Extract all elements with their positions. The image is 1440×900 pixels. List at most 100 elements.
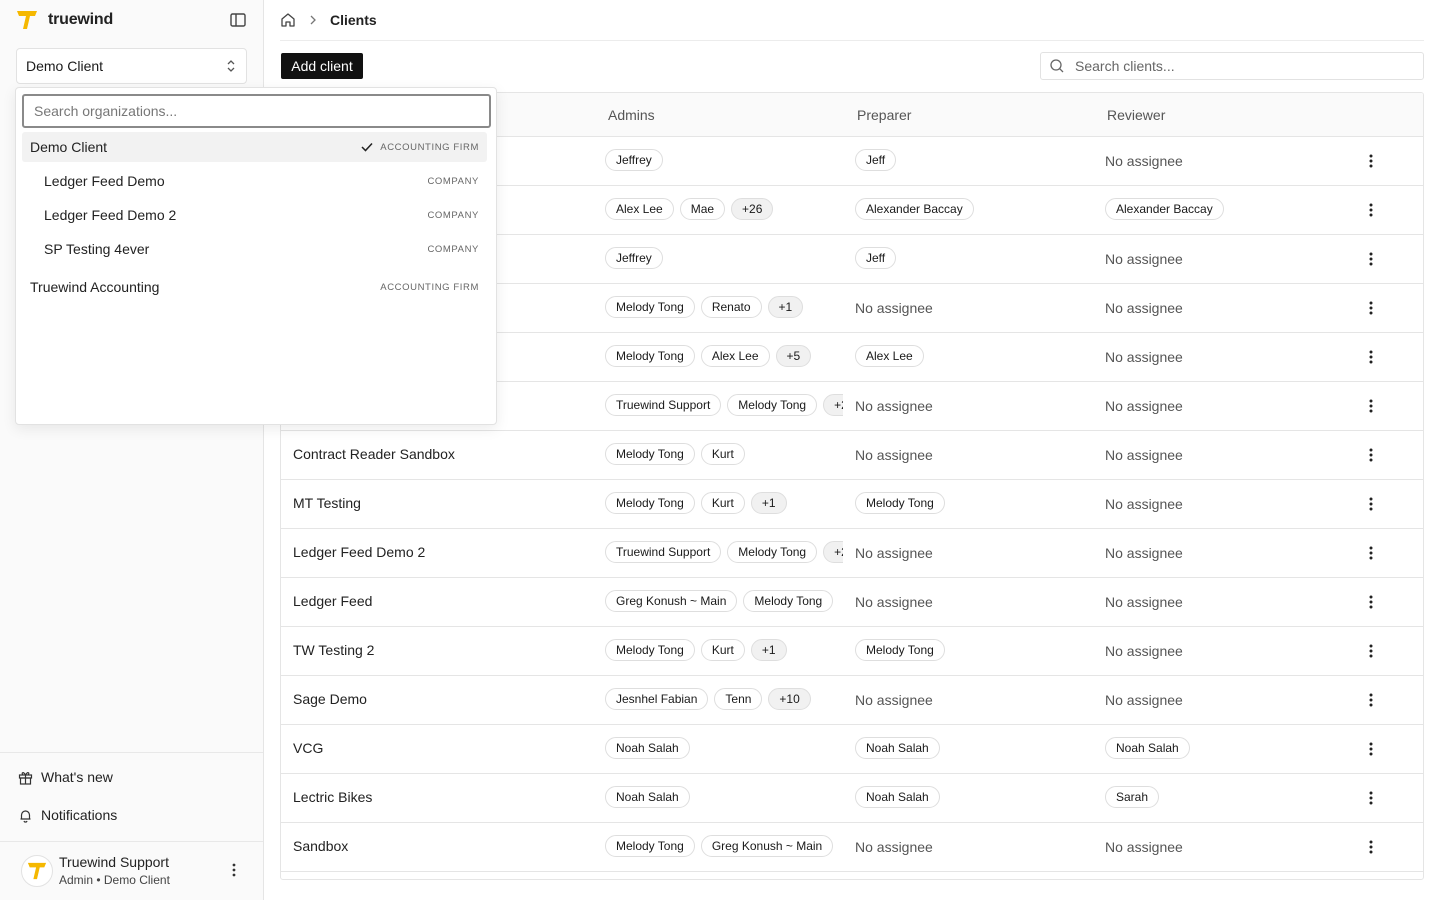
preparer-cell[interactable]: No assignee	[855, 394, 933, 418]
preparer-cell[interactable]: Jeff	[855, 247, 897, 271]
row-actions-icon[interactable]	[1368, 790, 1374, 806]
org-option[interactable]: Truewind Accounting ACCOUNTING FIRM	[22, 272, 487, 302]
preparer-cell[interactable]: No assignee	[855, 443, 933, 467]
row-actions-icon[interactable]	[1368, 496, 1374, 512]
column-admins: Admins	[608, 107, 655, 123]
admin-chip: Melody Tong	[727, 541, 818, 563]
more-vertical-icon[interactable]	[230, 862, 238, 878]
preparer-cell[interactable]: Alex Lee	[855, 345, 924, 369]
preparer-cell[interactable]: No assignee	[855, 835, 933, 859]
reviewer-chip: Noah Salah	[1105, 737, 1190, 759]
client-name[interactable]: VCG	[293, 740, 323, 756]
org-option-label: Ledger Feed Demo 2	[44, 207, 177, 223]
org-switcher-value: Demo Client	[26, 58, 104, 74]
row-actions-icon[interactable]	[1368, 545, 1374, 561]
reviewer-cell[interactable]: No assignee	[1105, 394, 1183, 418]
home-icon[interactable]	[280, 12, 296, 28]
row-actions-icon[interactable]	[1368, 202, 1374, 218]
reviewer-cell[interactable]: No assignee	[1105, 688, 1183, 712]
client-name[interactable]: Lectric Bikes	[293, 789, 372, 805]
preparer-cell[interactable]: Melody Tong	[855, 639, 945, 663]
table-row[interactable]: Ledger Feed Demo 2 Truewind Support Melody…	[281, 529, 1423, 578]
reviewer-cell[interactable]: No assignee	[1105, 296, 1183, 320]
add-client-button[interactable]: Add client	[281, 53, 363, 79]
client-name[interactable]: Sandbox	[293, 838, 348, 854]
preparer-cell[interactable]: Noah Salah	[855, 786, 940, 810]
client-name[interactable]: TW Testing 2	[293, 642, 374, 658]
row-actions-icon[interactable]	[1368, 153, 1374, 169]
brand[interactable]: truewind	[16, 8, 113, 32]
client-name[interactable]: Ledger Feed Demo 2	[293, 544, 425, 560]
org-option[interactable]: SP Testing 4ever COMPANY	[22, 234, 487, 264]
reviewer-cell[interactable]: No assignee	[1105, 590, 1183, 614]
table-row[interactable]: Sage Demo Jesnhel Fabian Tenn +10 No assigne…	[281, 676, 1423, 725]
table-row[interactable]: MT Testing Melody Tong Kurt +1 Melody Tong No…	[281, 480, 1423, 529]
table-row[interactable]: Contract Reader Sandbox Melody Tong Kurt No…	[281, 431, 1423, 480]
row-actions-icon[interactable]	[1368, 741, 1374, 757]
row-actions-icon[interactable]	[1368, 300, 1374, 316]
search-input[interactable]	[1075, 58, 1405, 74]
row-actions-icon[interactable]	[1368, 839, 1374, 855]
reviewer-cell[interactable]: No assignee	[1105, 541, 1183, 565]
reviewer-cell[interactable]: No assignee	[1105, 345, 1183, 369]
reviewer-cell[interactable]: No assignee	[1105, 639, 1183, 663]
reviewer-cell[interactable]: Sarah	[1105, 786, 1160, 810]
table-row[interactable]: TW Testing 2 Melody Tong Kurt +1 Melody Tong…	[281, 627, 1423, 676]
no-assignee-text: No assignee	[855, 692, 933, 708]
row-actions-icon[interactable]	[1368, 692, 1374, 708]
row-actions-icon[interactable]	[1368, 349, 1374, 365]
admins-cell: Noah Salah	[605, 737, 843, 761]
user-menu[interactable]: Truewind Support Admin • Demo Client	[0, 841, 263, 900]
org-option[interactable]: Demo Client ACCOUNTING FIRM	[22, 132, 487, 162]
no-assignee-text: No assignee	[855, 447, 933, 463]
client-name[interactable]: Ledger Feed	[293, 593, 372, 609]
org-type-text: COMPANY	[427, 209, 479, 221]
reviewer-cell[interactable]: No assignee	[1105, 443, 1183, 467]
preparer-cell[interactable]: Noah Salah	[855, 737, 940, 761]
row-actions-icon[interactable]	[1368, 643, 1374, 659]
org-search-input[interactable]	[22, 94, 491, 128]
client-search[interactable]	[1040, 52, 1424, 80]
preparer-cell[interactable]: No assignee	[855, 688, 933, 712]
reviewer-cell[interactable]: No assignee	[1105, 247, 1183, 271]
column-preparer: Preparer	[857, 107, 912, 123]
admin-chip: Melody Tong	[605, 296, 695, 318]
table-row[interactable]: Ledger Feed Greg Konush ~ Main Melody Tong…	[281, 578, 1423, 627]
row-actions-icon[interactable]	[1368, 594, 1374, 610]
reviewer-cell[interactable]: Alexander Baccay	[1105, 198, 1224, 222]
admins-cell: Truewind SupportMelody Tong+2	[605, 394, 843, 418]
reviewer-cell[interactable]: No assignee	[1105, 492, 1183, 516]
preparer-cell[interactable]: Melody Tong	[855, 492, 945, 516]
gift-icon	[18, 771, 33, 785]
client-name[interactable]: Sage Demo	[293, 691, 367, 707]
org-type-text: ACCOUNTING FIRM	[380, 141, 479, 153]
org-option[interactable]: Ledger Feed Demo COMPANY	[22, 166, 487, 196]
preparer-cell[interactable]: Alexander Baccay	[855, 198, 974, 222]
client-name[interactable]: Contract Reader Sandbox	[293, 446, 455, 462]
org-option-label: Truewind Accounting	[30, 279, 160, 295]
admin-chip: Melody Tong	[605, 639, 695, 661]
reviewer-cell[interactable]: No assignee	[1105, 835, 1183, 859]
whats-new-label: What's new	[41, 769, 113, 785]
preparer-chip: Melody Tong	[855, 492, 945, 514]
row-actions-icon[interactable]	[1368, 398, 1374, 414]
org-switcher[interactable]: Demo Client	[16, 48, 247, 84]
table-row[interactable]: Sandbox Melody Tong Greg Konush ~ Main No a…	[281, 823, 1423, 872]
preparer-cell[interactable]: No assignee	[855, 590, 933, 614]
table-row[interactable]: Lectric Bikes Noah Salah Noah Salah Sarah	[281, 774, 1423, 823]
client-name[interactable]: MT Testing	[293, 495, 361, 511]
reviewer-cell[interactable]: No assignee	[1105, 149, 1183, 173]
reviewer-cell[interactable]: Noah Salah	[1105, 737, 1190, 761]
notifications-label: Notifications	[41, 807, 118, 823]
whats-new-link[interactable]: What's new	[18, 767, 113, 787]
admins-cell: Melody Tong Kurt	[605, 443, 843, 467]
row-actions-icon[interactable]	[1368, 251, 1374, 267]
row-actions-icon[interactable]	[1368, 447, 1374, 463]
sidebar-toggle-icon[interactable]	[229, 11, 247, 29]
table-row[interactable]: VCG Noah Salah Noah Salah Noah Salah	[281, 725, 1423, 774]
org-option[interactable]: Ledger Feed Demo 2 COMPANY	[22, 200, 487, 230]
notifications-link[interactable]: Notifications	[18, 805, 117, 825]
preparer-cell[interactable]: No assignee	[855, 541, 933, 565]
preparer-cell[interactable]: Jeff	[855, 149, 897, 173]
preparer-cell[interactable]: No assignee	[855, 296, 933, 320]
